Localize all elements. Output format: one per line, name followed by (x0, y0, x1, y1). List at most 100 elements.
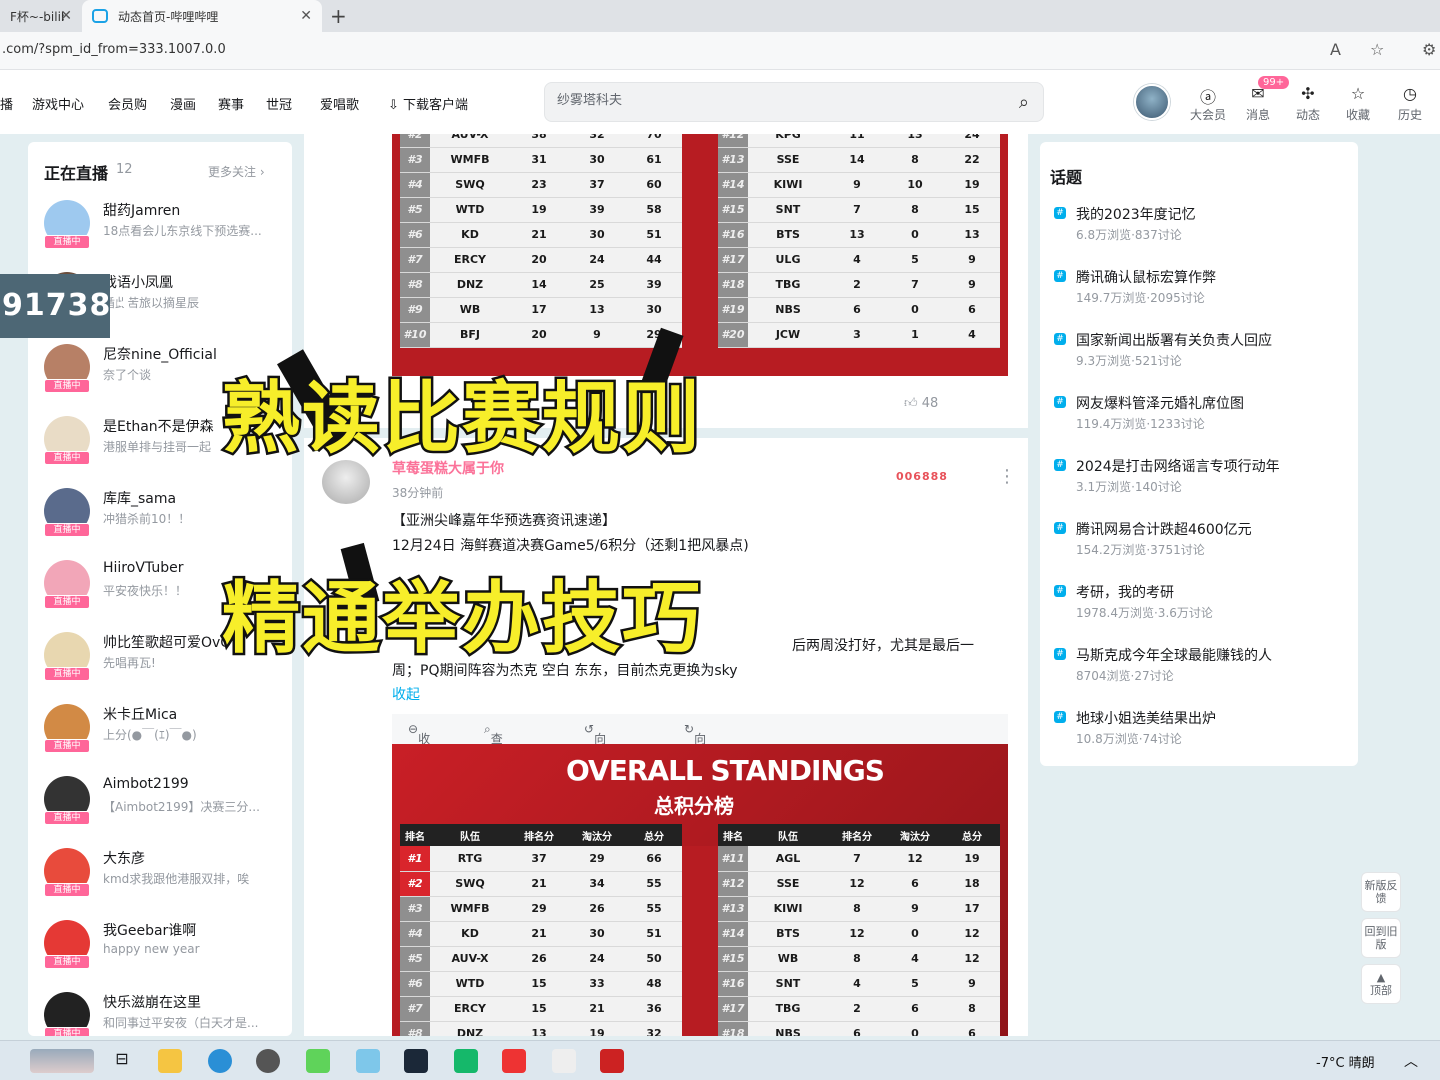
read-aloud-icon[interactable]: A (1330, 40, 1341, 59)
table-cell: #16 (718, 222, 748, 248)
rotate-right-button[interactable]: ↻ 向右旋转 (684, 722, 706, 797)
header-history[interactable]: ◷ 历史 (1386, 84, 1434, 123)
kook-icon[interactable] (306, 1049, 330, 1073)
view-large-button[interactable]: ⌕ 查看大图 (484, 722, 503, 797)
post-image-standings-top[interactable]: #2 AUV-X 38 32 70 #12 KPG 11 13 24 #3 WMFB 31 30 61 #13… (392, 134, 1008, 376)
extensions-icon[interactable]: ⚙ (1422, 40, 1436, 59)
table-cell: 6 (944, 297, 1000, 323)
table-cell: 0 (886, 921, 944, 947)
user-avatar[interactable] (1134, 84, 1170, 120)
table-cell: 31 (510, 147, 568, 173)
back-to-top-button[interactable]: ▲ 顶部 (1361, 964, 1401, 1004)
nav-worlds[interactable]: 世冠 (266, 94, 292, 113)
table-cell: #7 (400, 247, 430, 273)
header-message-label: 消息 (1245, 108, 1270, 122)
live-item[interactable]: 直播中 甜药Jamren 18点看会儿东京线下预选赛... (44, 200, 284, 260)
table-cell: 21 (568, 996, 626, 1022)
hashtag-icon: # (1054, 648, 1066, 660)
back-old-version-button[interactable]: 回到旧版 (1361, 918, 1401, 958)
hashtag-icon: # (1054, 585, 1066, 597)
topics-panel: 话题 # 我的2023年度记忆 6.8万浏览·837讨论 # 腾讯确认鼠标宏算作弊 149… (1040, 142, 1358, 766)
apex-icon[interactable] (600, 1049, 624, 1073)
table-row: #1 RTG 37 29 66 #11 AGL 7 12 19 (400, 846, 1000, 872)
nav-sing[interactable]: 爱唱歌 (320, 94, 359, 113)
weather-text[interactable]: -7°C 晴朗 (1316, 1052, 1375, 1071)
table-gap (682, 921, 718, 946)
table-cell: 12 (944, 946, 1000, 972)
nav-download[interactable]: ⇩ 下载客户端 (388, 94, 468, 113)
hashtag-icon: # (1054, 207, 1066, 219)
chevron-right-icon: › (259, 165, 265, 179)
table-row: #3 WMFB 31 30 61 #13 SSE 14 8 22 (400, 147, 1000, 173)
close-tab-icon[interactable]: ✕ (60, 8, 72, 24)
task-view-icon[interactable]: ⊟ (110, 1049, 134, 1073)
live-status-badge: 直播中 (44, 523, 90, 537)
nav-mall[interactable]: 会员购 (108, 94, 147, 113)
nav-match[interactable]: 赛事 (218, 94, 244, 113)
table-cell: 10 (886, 172, 944, 198)
header-favorite[interactable]: ☆ 收藏 (1334, 84, 1382, 123)
table-cell: 9 (828, 172, 886, 198)
live-item[interactable]: 直播中 快乐滋崩在这里 和同事过平安夜（白天才是... (44, 992, 284, 1036)
live-desc: kmd求我跟他港服双排，唉 (103, 872, 250, 886)
obs-icon[interactable] (256, 1049, 280, 1073)
widgets-icon[interactable] (30, 1049, 94, 1073)
live-item[interactable]: 直播中 大东彦 kmd求我跟他港服双排，唉 (44, 848, 284, 908)
qq-icon[interactable] (552, 1049, 576, 1073)
app-icon[interactable] (356, 1049, 380, 1073)
live-status-badge: 直播中 (44, 595, 90, 609)
table-cell: 30 (568, 921, 626, 947)
browser-tab-active[interactable]: 动态首页-哔哩哔哩 ✕ (82, 0, 322, 32)
app-icon[interactable] (454, 1049, 478, 1073)
table-cell: AUV-X (430, 946, 510, 972)
table-cell: 15 (944, 197, 1000, 223)
like-count: 48 (921, 396, 939, 411)
live-name: 库库_sama (103, 491, 177, 507)
more-options-icon[interactable]: ⋮ (998, 466, 1016, 487)
edge-icon[interactable] (208, 1049, 232, 1073)
header-dynamic[interactable]: ✣ 动态 (1284, 84, 1332, 123)
search-input[interactable] (557, 93, 997, 108)
table-cell: BTS (748, 222, 828, 248)
live-item[interactable]: 直播中 Aimbot2199 【Aimbot2199】决赛三分... (44, 776, 284, 836)
nav-manga[interactable]: 漫画 (170, 94, 196, 113)
url-text[interactable]: .com/?spm_id_from=333.1007.0.0 (2, 42, 226, 57)
file-explorer-icon[interactable] (158, 1049, 182, 1073)
live-item[interactable]: 直播中 我Geebar谁啊 happy new year (44, 920, 284, 980)
collapse-link[interactable]: 收起 (392, 684, 420, 704)
nav-game-center[interactable]: 游戏中心 (32, 94, 84, 113)
table-cell: #4 (400, 921, 430, 947)
header-vip[interactable]: ⓐ 大会员 (1184, 84, 1232, 123)
rotate-left-button[interactable]: ↺ 向左旋转 (584, 722, 606, 797)
more-follows-link[interactable]: 更多关注 › (208, 163, 265, 180)
table-cell: KIWI (748, 896, 828, 922)
topic-stat: 8704浏览·27讨论 (1076, 669, 1174, 683)
live-item[interactable]: 直播中 库库_sama 冲猎杀前10！！ (44, 488, 284, 548)
new-feedback-button[interactable]: 新版反馈 (1361, 872, 1401, 912)
table-cell: 13 (886, 134, 944, 148)
favorite-star-icon[interactable]: ☆ (1370, 40, 1384, 59)
table-cell: KPG (748, 134, 828, 148)
header-message[interactable]: ✉ 消息 (1234, 84, 1282, 123)
hashtag-icon: # (1054, 333, 1066, 345)
table-row: #8 DNZ 14 25 39 #18 TBG 2 7 9 (400, 272, 1000, 298)
table-cell: #5 (400, 197, 430, 223)
browser-tab[interactable]: F杯~-bilib ✕ (0, 0, 82, 32)
like-button[interactable]: 👍︎ 48 (904, 396, 938, 411)
post-image-standings[interactable]: OVERALL STANDINGS 总积分榜 排名 队伍 排名分 淘汰分 总分 排名 队伍排… (392, 744, 1008, 1036)
nav-live[interactable]: 播 (0, 94, 13, 113)
table-cell: 6 (828, 1021, 886, 1036)
steam-icon[interactable] (404, 1049, 428, 1073)
chevron-up-icon[interactable]: ︿ (1404, 1051, 1418, 1071)
close-tab-icon[interactable]: ✕ (300, 8, 312, 24)
standings-title-en: OVERALL STANDINGS (566, 754, 885, 787)
table-gap (682, 946, 718, 971)
table-gap (682, 824, 718, 846)
image-collapse-button[interactable]: ⊖ 收起 (408, 722, 430, 763)
app-icon[interactable] (502, 1049, 526, 1073)
live-item[interactable]: 直播中 米卡丘Mica 上分(●￣(ｴ)￣●) (44, 704, 284, 764)
new-tab-icon[interactable]: + (330, 4, 347, 28)
topic-stat: 1978.4万浏览·3.6万讨论 (1076, 606, 1213, 620)
search-icon[interactable]: ⌕ (1019, 92, 1029, 113)
table-cell: 9 (944, 247, 1000, 273)
